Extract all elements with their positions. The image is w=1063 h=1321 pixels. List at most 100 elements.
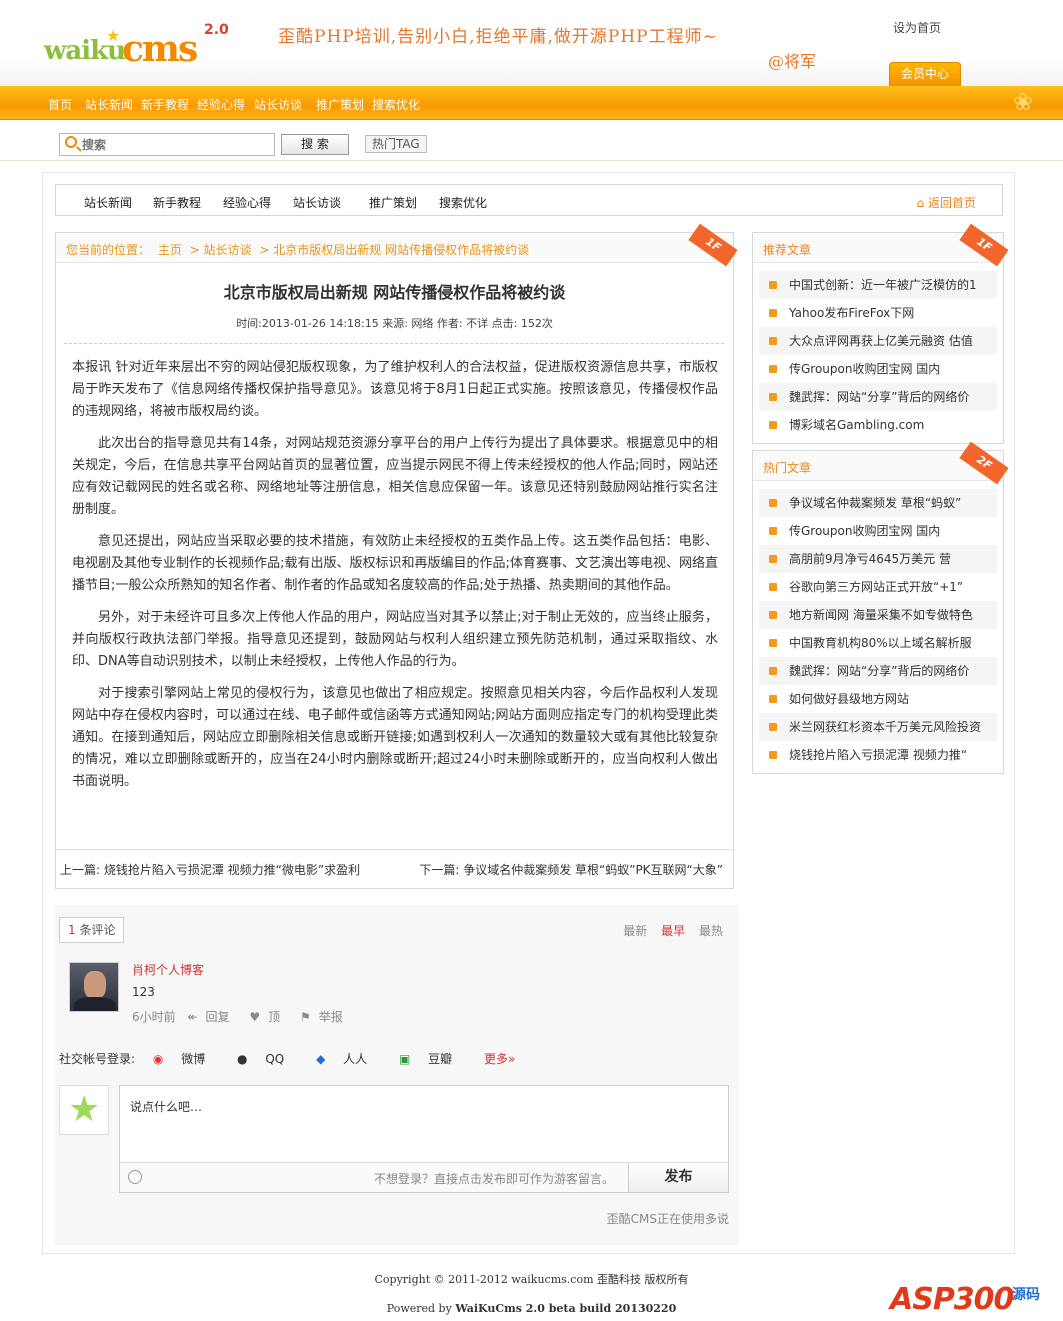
comment-author[interactable]: 肖柯个人博客 [132, 961, 204, 978]
social-login: 社交帐号登录: ◉ 微博 ● QQ ◆ 人人 ▣ 豆瓣 更多» [59, 1050, 529, 1067]
member-center-tab[interactable]: 会员中心 [889, 62, 961, 86]
avatar-face [84, 971, 106, 999]
avatar[interactable] [69, 962, 119, 1012]
next-article-link[interactable]: 下一篇: 争议域名仲裁案频发 草根“蚂蚁”PK互联网“大象” [419, 861, 723, 878]
powered-prefix: Powered by [386, 1302, 452, 1315]
back-home-label: 返回首页 [927, 196, 976, 210]
breadcrumb-home[interactable]: 主页 [158, 243, 182, 257]
editor-footer: 不想登录？直接点击发布即可作为游客留言。 发布 [120, 1162, 728, 1192]
nav-home[interactable]: 首页 [48, 96, 72, 113]
comment-input[interactable]: 说点什么吧… [130, 1098, 202, 1115]
list-item[interactable]: 魏武挥：网站“分享”背后的网络价 [759, 657, 997, 685]
breadcrumb-category[interactable]: > 站长访谈 [190, 243, 252, 257]
sub-nav: 站长新闻 新手教程 经验心得 站长访谈 推广策划 搜索优化 ⌂ 返回首页 [55, 184, 1003, 216]
search-box [59, 133, 275, 156]
subnav-news[interactable]: 站长新闻 [84, 194, 132, 211]
prev-article-link[interactable]: 上一篇: 烧钱抢片陷入亏损泥潭 视频力推“微电影”求盈利 [60, 861, 360, 878]
renren-label: 人人 [343, 1052, 368, 1066]
nav-news[interactable]: 站长新闻 [85, 96, 133, 113]
list-item[interactable]: 魏武挥：网站“分享”背后的网络价 [759, 383, 997, 411]
search-input[interactable] [82, 136, 267, 153]
hot-tag-button[interactable]: 热门TAG [365, 135, 427, 153]
breadcrumb-current[interactable]: > 北京市版权局出新规 网站传播侵权作品将被约谈 [259, 243, 529, 257]
list-item[interactable]: 如何做好县级地方网站 [759, 685, 997, 713]
nav-experience[interactable]: 经验心得 [197, 96, 245, 113]
report-label: 举报 [318, 1010, 343, 1024]
breadcrumb: 您当前的位置： 主页 > 站长访谈 > 北京市版权局出新规 网站传播侵权作品将被… [56, 233, 733, 263]
avatar-body [74, 997, 116, 1011]
list-item[interactable]: 烧钱抢片陷入亏损泥潭 视频力推“ [759, 741, 997, 769]
login-weibo[interactable]: ◉ 微博 [153, 1052, 219, 1066]
list-item[interactable]: Yahoo发布FireFox下网 [759, 299, 997, 327]
subnav-seo[interactable]: 搜索优化 [439, 194, 487, 211]
recommend-box: 推荐文章 1F 中国式创新：近一年被广泛模仿的1 Yahoo发布FireFox下… [752, 223, 1009, 444]
flower-decoration-icon: ❀ [1012, 88, 1033, 116]
more-login-link[interactable]: 更多» [484, 1052, 515, 1066]
watermark-sub: 源码 [1012, 1287, 1040, 1303]
back-home-link[interactable]: ⌂ 返回首页 [917, 194, 976, 211]
list-item[interactable]: 传Groupon收购团宝网 国内 [759, 517, 997, 545]
renren-icon: ◆ [316, 1052, 326, 1066]
nav-seo[interactable]: 搜索优化 [372, 96, 420, 113]
divider [64, 343, 724, 344]
set-home-link[interactable]: 设为首页 [893, 19, 941, 36]
list-item[interactable]: 传Groupon收购团宝网 国内 [759, 355, 997, 383]
login-renren[interactable]: ◆ 人人 [316, 1052, 381, 1066]
site-logo[interactable]: waiku ★ cms 2.0 [44, 22, 234, 70]
article-title: 北京市版权局出新规 网站传播侵权作品将被约谈 [223, 283, 566, 302]
breadcrumb-prefix: 您当前的位置： [66, 243, 151, 257]
list-item[interactable]: 谷歌向第三方网站正式开放“+1” [759, 573, 997, 601]
list-item[interactable]: 大众点评网再获上亿美元融资 估值 [759, 327, 997, 355]
like-label: 顶 [268, 1010, 281, 1024]
list-item[interactable]: 中国式创新：近一年被广泛模仿的1 [759, 271, 997, 299]
subnav-experience[interactable]: 经验心得 [223, 194, 271, 211]
sort-hottest[interactable]: 最热 [699, 924, 723, 938]
nav-tutorial[interactable]: 新手教程 [141, 96, 189, 113]
list-item[interactable]: 博彩域名Gambling.com [759, 411, 997, 439]
qq-icon: ● [237, 1052, 248, 1066]
like-button[interactable]: ♥ 顶 [249, 1010, 288, 1024]
watermark-logo: ASP300 源码 [890, 1268, 1060, 1318]
sort-earliest[interactable]: 最早 [661, 924, 685, 938]
weibo-icon: ◉ [152, 1052, 164, 1066]
search-icon [65, 136, 77, 148]
article-panel: 您当前的位置： 主页 > 站长访谈 > 北京市版权局出新规 网站传播侵权作品将被… [55, 223, 738, 889]
duoshuo-powered[interactable]: 歪酷CMS正在使用多说 [607, 1210, 729, 1227]
comment-editor[interactable]: 说点什么吧… 不想登录？直接点击发布即可作为游客留言。 发布 [119, 1085, 729, 1193]
reply-icon: ↞ [187, 1010, 198, 1024]
divider [56, 849, 733, 850]
main-nav: 首页 站长新闻 新手教程 经验心得 站长访谈 推广策划 搜索优化 ❀ [0, 86, 1063, 120]
subnav-interview[interactable]: 站长访谈 [293, 194, 341, 211]
article-paragraph: 对于搜索引擎网站上常见的侵权行为，该意见也做出了相应规定。按照意见相关内容，今后… [72, 686, 718, 789]
list-item[interactable]: 争议域名仲裁案频发 草根“蚂蚁” [759, 489, 997, 517]
guest-tip: 不想登录？直接点击发布即可作为游客留言。 [373, 1172, 614, 1186]
social-login-label: 社交帐号登录: [59, 1052, 136, 1066]
nav-promotion[interactable]: 推广策划 [316, 96, 364, 113]
search-button[interactable]: 搜 索 [281, 134, 349, 155]
home-icon: ⌂ [916, 196, 928, 210]
list-item[interactable]: 地方新闻网 海量采集不如专做特色 [759, 601, 997, 629]
article-body: 本报讯 针对近年来层出不穷的网站侵犯版权现象，为了维护权利人的合法权益，促进版权… [72, 357, 718, 803]
subnav-tutorial[interactable]: 新手教程 [153, 194, 201, 211]
login-douban[interactable]: ▣ 豆瓣 [399, 1052, 466, 1066]
report-button[interactable]: ⚑ 举报 [300, 1010, 351, 1024]
article-paragraph: 本报讯 针对近年来层出不穷的网站侵犯版权现象，为了维护权利人的合法权益，促进版权… [72, 360, 718, 419]
logo-cms: cms [122, 28, 198, 70]
reply-button[interactable]: ↞ 回复 [187, 1010, 237, 1024]
list-item[interactable]: 中国教育机构80%以上域名解析服 [759, 629, 997, 657]
list-item[interactable]: 高朋前9月净亏4645万美元 营 [759, 545, 997, 573]
list-item[interactable]: 米兰网获红杉资本千万美元风险投资 [759, 713, 997, 741]
send-button[interactable]: 发布 [628, 1163, 728, 1192]
nav-interview[interactable]: 站长访谈 [254, 96, 302, 113]
subnav-promotion[interactable]: 推广策划 [369, 194, 417, 211]
hot-box: 热门文章 2F 争议域名仲裁案频发 草根“蚂蚁” 传Groupon收购团宝网 国… [752, 441, 1009, 774]
sort-newest[interactable]: 最新 [623, 924, 647, 938]
slogan-author: @将军 [768, 52, 817, 71]
comment-count-tab[interactable]: 1 条评论 [59, 917, 125, 943]
heart-icon: ♥ [249, 1010, 261, 1024]
emoji-icon[interactable] [128, 1170, 142, 1184]
article-paragraph: 另外，对于未经许可且多次上传他人作品的用户，网站应当对其予以禁止;对于制止无效的… [72, 610, 718, 669]
comment-section: 1 条评论 最新 最早 最热 肖柯个人博客 123 6小时前 ↞ 回复 ♥ 顶 ⚑ 举… [55, 905, 739, 1245]
reply-label: 回复 [205, 1010, 230, 1024]
login-qq[interactable]: ● QQ [237, 1052, 298, 1066]
